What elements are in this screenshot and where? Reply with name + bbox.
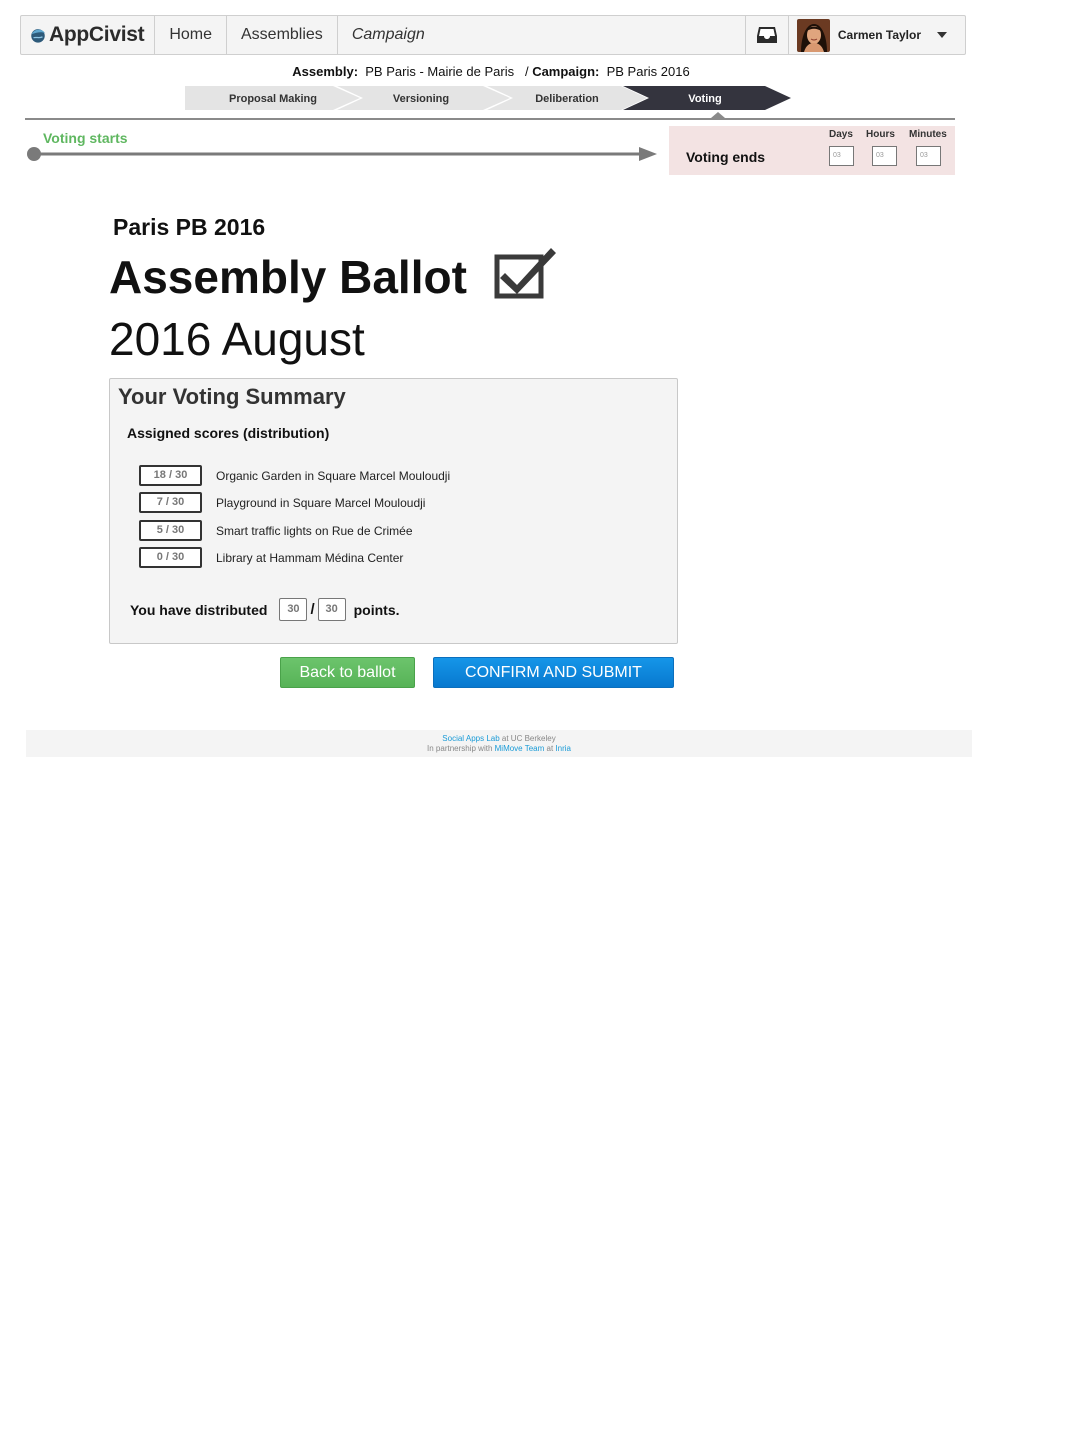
- assembly-name[interactable]: PB Paris - Mairie de Paris: [365, 64, 514, 79]
- active-phase-pointer: [711, 112, 725, 118]
- hours-label: Hours: [866, 129, 895, 140]
- phase-divider: [25, 118, 955, 120]
- score-badge: 7 / 30: [139, 492, 202, 513]
- score-badge: 0 / 30: [139, 547, 202, 568]
- voting-ends-panel: Voting ends Days Hours Minutes 03 03 03: [669, 126, 955, 175]
- distributed-points: 30: [279, 598, 308, 621]
- proposal-name: Library at Hammam Médina Center: [216, 550, 404, 565]
- brand-name: AppCivist: [49, 23, 145, 46]
- page-title: Assembly Ballot: [109, 251, 467, 303]
- phase-voting[interactable]: Voting: [623, 86, 791, 110]
- nav-home[interactable]: Home: [155, 16, 227, 54]
- footer-text: at UC Berkeley: [499, 734, 556, 743]
- avatar: [796, 18, 830, 52]
- points-separator: /: [310, 601, 315, 618]
- user-menu[interactable]: Carmen Taylor: [789, 16, 965, 54]
- days-value: 03: [829, 146, 854, 166]
- nav-assemblies[interactable]: Assemblies: [227, 16, 338, 54]
- list-item: 18 / 30 Organic Garden in Square Marcel …: [139, 465, 450, 486]
- minutes-label: Minutes: [909, 129, 947, 140]
- list-item: 0 / 30 Library at Hammam Médina Center: [139, 547, 403, 568]
- total-points: 30: [317, 598, 346, 621]
- social-apps-lab-link[interactable]: Social Apps Lab: [442, 734, 499, 743]
- distributed-suffix: points.: [353, 601, 400, 618]
- phase-proposal-making[interactable]: Proposal Making: [185, 86, 360, 110]
- campaign-name[interactable]: PB Paris 2016: [607, 64, 690, 79]
- mimove-team-link[interactable]: MiMove Team: [495, 744, 545, 753]
- distribution-summary: You have distributed 30 / 30 points.: [130, 598, 400, 621]
- brand[interactable]: AppCivist: [21, 16, 156, 54]
- proposal-name: Organic Garden in Square Marcel Mouloudj…: [216, 468, 451, 483]
- phase-versioning[interactable]: Versioning: [337, 86, 510, 110]
- back-to-ballot-button[interactable]: Back to ballot: [280, 657, 415, 688]
- list-item: 7 / 30 Playground in Square Marcel Moulo…: [139, 492, 425, 513]
- timeline-arrow: [27, 147, 657, 161]
- footer-text: at: [544, 744, 556, 753]
- appcivist-logo-icon: [31, 29, 46, 43]
- user-name: Carmen Taylor: [837, 28, 921, 42]
- inbox-button[interactable]: [744, 16, 789, 54]
- proposal-name: Smart traffic lights on Rue de Crimée: [216, 523, 413, 538]
- phase-label: Deliberation: [535, 93, 599, 105]
- proposal-name: Playground in Square Marcel Mouloudji: [216, 495, 426, 510]
- ballot-subtitle: Paris PB 2016: [113, 214, 266, 240]
- phase-label: Versioning: [393, 93, 449, 105]
- days-label: Days: [829, 129, 853, 140]
- phase-deliberation[interactable]: Deliberation: [487, 86, 647, 110]
- voting-starts-label: Voting starts: [43, 130, 128, 146]
- list-item: 5 / 30 Smart traffic lights on Rue de Cr…: [139, 520, 413, 541]
- campaign-label: Campaign:: [532, 64, 600, 79]
- distributed-prefix: You have distributed: [130, 601, 268, 618]
- top-navbar: AppCivist Home Assemblies Campaign Carme…: [20, 15, 966, 55]
- inbox-icon: [756, 27, 777, 43]
- hours-value: 03: [872, 146, 897, 166]
- breadcrumb: Assembly: PB Paris - Mairie de Paris / C…: [0, 64, 982, 79]
- minutes-value: 03: [916, 146, 941, 166]
- footer: Social Apps Lab at UC Berkeley In partne…: [26, 730, 972, 757]
- footer-line-2: In partnership with MiMove Team at Inria: [26, 744, 972, 754]
- phase-label: Voting: [688, 93, 721, 105]
- phase-stepper: Proposal Making Versioning Deliberation …: [185, 86, 791, 110]
- confirm-submit-button[interactable]: CONFIRM AND SUBMIT: [433, 657, 674, 688]
- score-badge: 18 / 30: [139, 465, 202, 486]
- ballot-date: 2016 August: [109, 313, 365, 365]
- voting-ends-label: Voting ends: [686, 149, 766, 165]
- phase-label: Proposal Making: [229, 93, 317, 105]
- nav-campaign[interactable]: Campaign: [338, 16, 439, 54]
- chevron-down-icon[interactable]: [937, 32, 947, 38]
- voting-summary-panel: Your Voting Summary Assigned scores (dis…: [109, 378, 678, 644]
- footer-line-1: Social Apps Lab at UC Berkeley: [26, 734, 972, 744]
- summary-title: Your Voting Summary: [118, 384, 346, 409]
- footer-text: In partnership with: [427, 744, 495, 753]
- breadcrumb-separator: /: [524, 64, 529, 79]
- score-badge: 5 / 30: [139, 520, 202, 541]
- checkbox-checked-icon: [494, 248, 556, 299]
- inria-link[interactable]: Inria: [555, 744, 571, 753]
- summary-subtitle: Assigned scores (distribution): [127, 425, 330, 441]
- assembly-label: Assembly:: [292, 64, 359, 79]
